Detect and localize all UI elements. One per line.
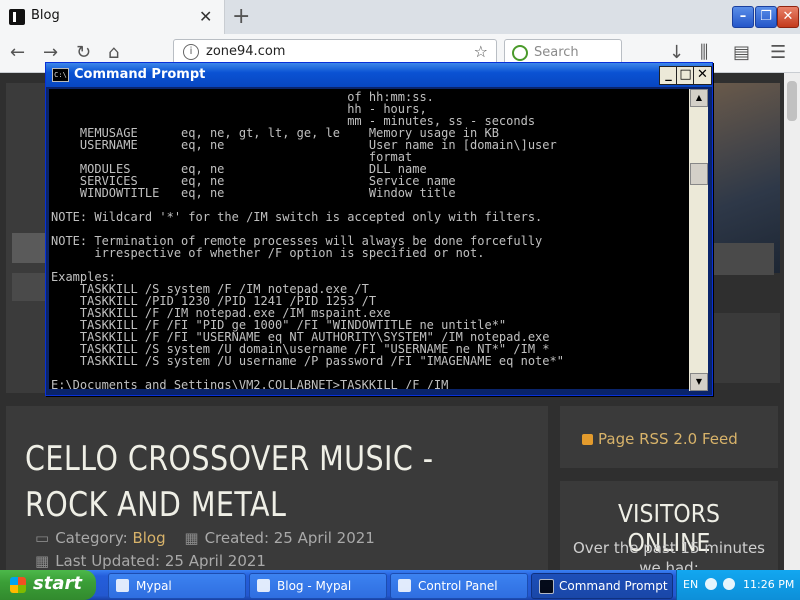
page-menu-block bbox=[12, 233, 48, 263]
tray-expand-icon[interactable] bbox=[705, 578, 717, 590]
task-label: Control Panel bbox=[418, 579, 498, 593]
rss-label: Page RSS 2.0 Feed bbox=[598, 430, 738, 448]
browser-scrollbar[interactable] bbox=[784, 73, 800, 570]
close-tab-icon[interactable]: ✕ bbox=[199, 7, 212, 26]
task-command-prompt[interactable]: Command Prompt bbox=[531, 573, 673, 599]
reload-icon[interactable]: ↻ bbox=[76, 42, 91, 63]
windows-logo-icon bbox=[10, 577, 26, 593]
cmd-scroll-up-icon[interactable]: ▲ bbox=[690, 89, 708, 107]
rss-panel: Page RSS 2.0 Feed bbox=[560, 406, 778, 468]
calendar-icon: ▦ bbox=[184, 529, 199, 547]
cmd-title-bar[interactable]: C:\ Command Prompt _ □ ✕ bbox=[46, 63, 712, 87]
category-label: Category: bbox=[55, 529, 133, 547]
visitors-panel: VISITORS ONLINE Over the past 15 minutes… bbox=[560, 481, 778, 577]
tab-title: Blog bbox=[31, 8, 60, 23]
cmd-window-icon: C:\ bbox=[52, 68, 69, 82]
restore-button[interactable]: ❐ bbox=[755, 6, 777, 28]
clock: 11:26 PM bbox=[743, 578, 795, 591]
browser-tab-bar: Blog ✕ + – ❐ ✕ bbox=[0, 0, 800, 34]
home-icon[interactable]: ⌂ bbox=[108, 42, 119, 63]
site-info-icon[interactable]: i bbox=[183, 44, 199, 60]
page-menu-block-2 bbox=[12, 273, 48, 301]
tab-blog[interactable]: Blog ✕ bbox=[0, 0, 225, 34]
cmd-scroll-down-icon[interactable]: ▼ bbox=[690, 373, 708, 391]
cmd-title: Command Prompt bbox=[74, 67, 206, 82]
language-indicator[interactable]: EN bbox=[683, 578, 698, 591]
cmd-scrollbar-thumb[interactable] bbox=[690, 163, 708, 185]
rss-icon bbox=[582, 434, 593, 445]
article-card: CELLO CROSSOVER MUSIC - ROCK AND METAL ▭… bbox=[6, 406, 548, 570]
calendar-updated-icon: ▦ bbox=[35, 552, 50, 570]
task-label: Command Prompt bbox=[559, 579, 668, 593]
mypal-icon bbox=[257, 579, 270, 592]
control-panel-icon bbox=[398, 579, 411, 592]
start-label: start bbox=[33, 573, 82, 594]
cmd-close-button[interactable]: ✕ bbox=[693, 66, 712, 85]
cmd-output-text: of hh:mm:ss. hh - hours, mm - minutes, s… bbox=[51, 89, 564, 389]
start-button[interactable]: start bbox=[0, 570, 96, 600]
task-mypal[interactable]: Mypal bbox=[108, 573, 246, 599]
cmd-task-icon bbox=[539, 579, 554, 594]
task-label: Blog - Mypal bbox=[277, 579, 352, 593]
search-placeholder: Search bbox=[534, 45, 579, 60]
library-icon[interactable]: ⫼ bbox=[700, 42, 708, 63]
category-link[interactable]: Blog bbox=[132, 529, 165, 547]
back-icon[interactable]: ← bbox=[10, 42, 25, 63]
new-tab-icon[interactable]: + bbox=[232, 4, 250, 29]
task-blog-mypal[interactable]: Blog - Mypal bbox=[249, 573, 387, 599]
task-label: Mypal bbox=[136, 579, 172, 593]
created-date: Created: 25 April 2021 bbox=[204, 529, 375, 547]
url-text: zone94.com bbox=[206, 44, 286, 59]
menu-icon[interactable]: ☰ bbox=[770, 42, 786, 63]
forward-icon[interactable]: → bbox=[43, 42, 58, 63]
bookmark-star-icon[interactable]: ☆ bbox=[474, 42, 488, 61]
article-title[interactable]: CELLO CROSSOVER MUSIC - ROCK AND METAL bbox=[25, 436, 462, 528]
visitors-subtitle: Over the past 15 minutes bbox=[573, 539, 765, 557]
rss-link[interactable]: Page RSS 2.0 Feed bbox=[582, 430, 738, 448]
taskbar: start Mypal Blog - Mypal Control Panel C… bbox=[0, 570, 800, 600]
minimize-button[interactable]: – bbox=[732, 6, 754, 28]
cmd-scrollbar[interactable]: ▲ ▼ bbox=[689, 89, 708, 391]
task-control-panel[interactable]: Control Panel bbox=[390, 573, 528, 599]
article-updated: ▦ Last Updated: 25 April 2021 bbox=[35, 552, 266, 570]
command-prompt-window[interactable]: C:\ Command Prompt _ □ ✕ of hh:mm:ss. hh… bbox=[45, 62, 713, 396]
folder-icon: ▭ bbox=[35, 529, 50, 547]
site-favicon-icon bbox=[9, 9, 25, 25]
search-engine-icon bbox=[512, 45, 528, 61]
system-tray: EN 11:26 PM bbox=[676, 570, 800, 600]
page-side-block bbox=[714, 243, 774, 275]
mypal-icon bbox=[116, 579, 129, 592]
sidebar-icon[interactable]: ▤ bbox=[733, 42, 750, 63]
browser-scrollbar-thumb[interactable] bbox=[787, 81, 797, 121]
download-icon[interactable]: ↓ bbox=[669, 42, 684, 63]
updated-date: Last Updated: 25 April 2021 bbox=[55, 552, 266, 570]
article-category: ▭ Category: Blog ▦ Created: 25 April 2021 bbox=[35, 529, 375, 547]
cmd-console-output[interactable]: of hh:mm:ss. hh - hours, mm - minutes, s… bbox=[49, 89, 689, 389]
page-right-block bbox=[708, 313, 780, 383]
close-window-button[interactable]: ✕ bbox=[777, 6, 799, 28]
network-icon[interactable] bbox=[723, 578, 735, 590]
